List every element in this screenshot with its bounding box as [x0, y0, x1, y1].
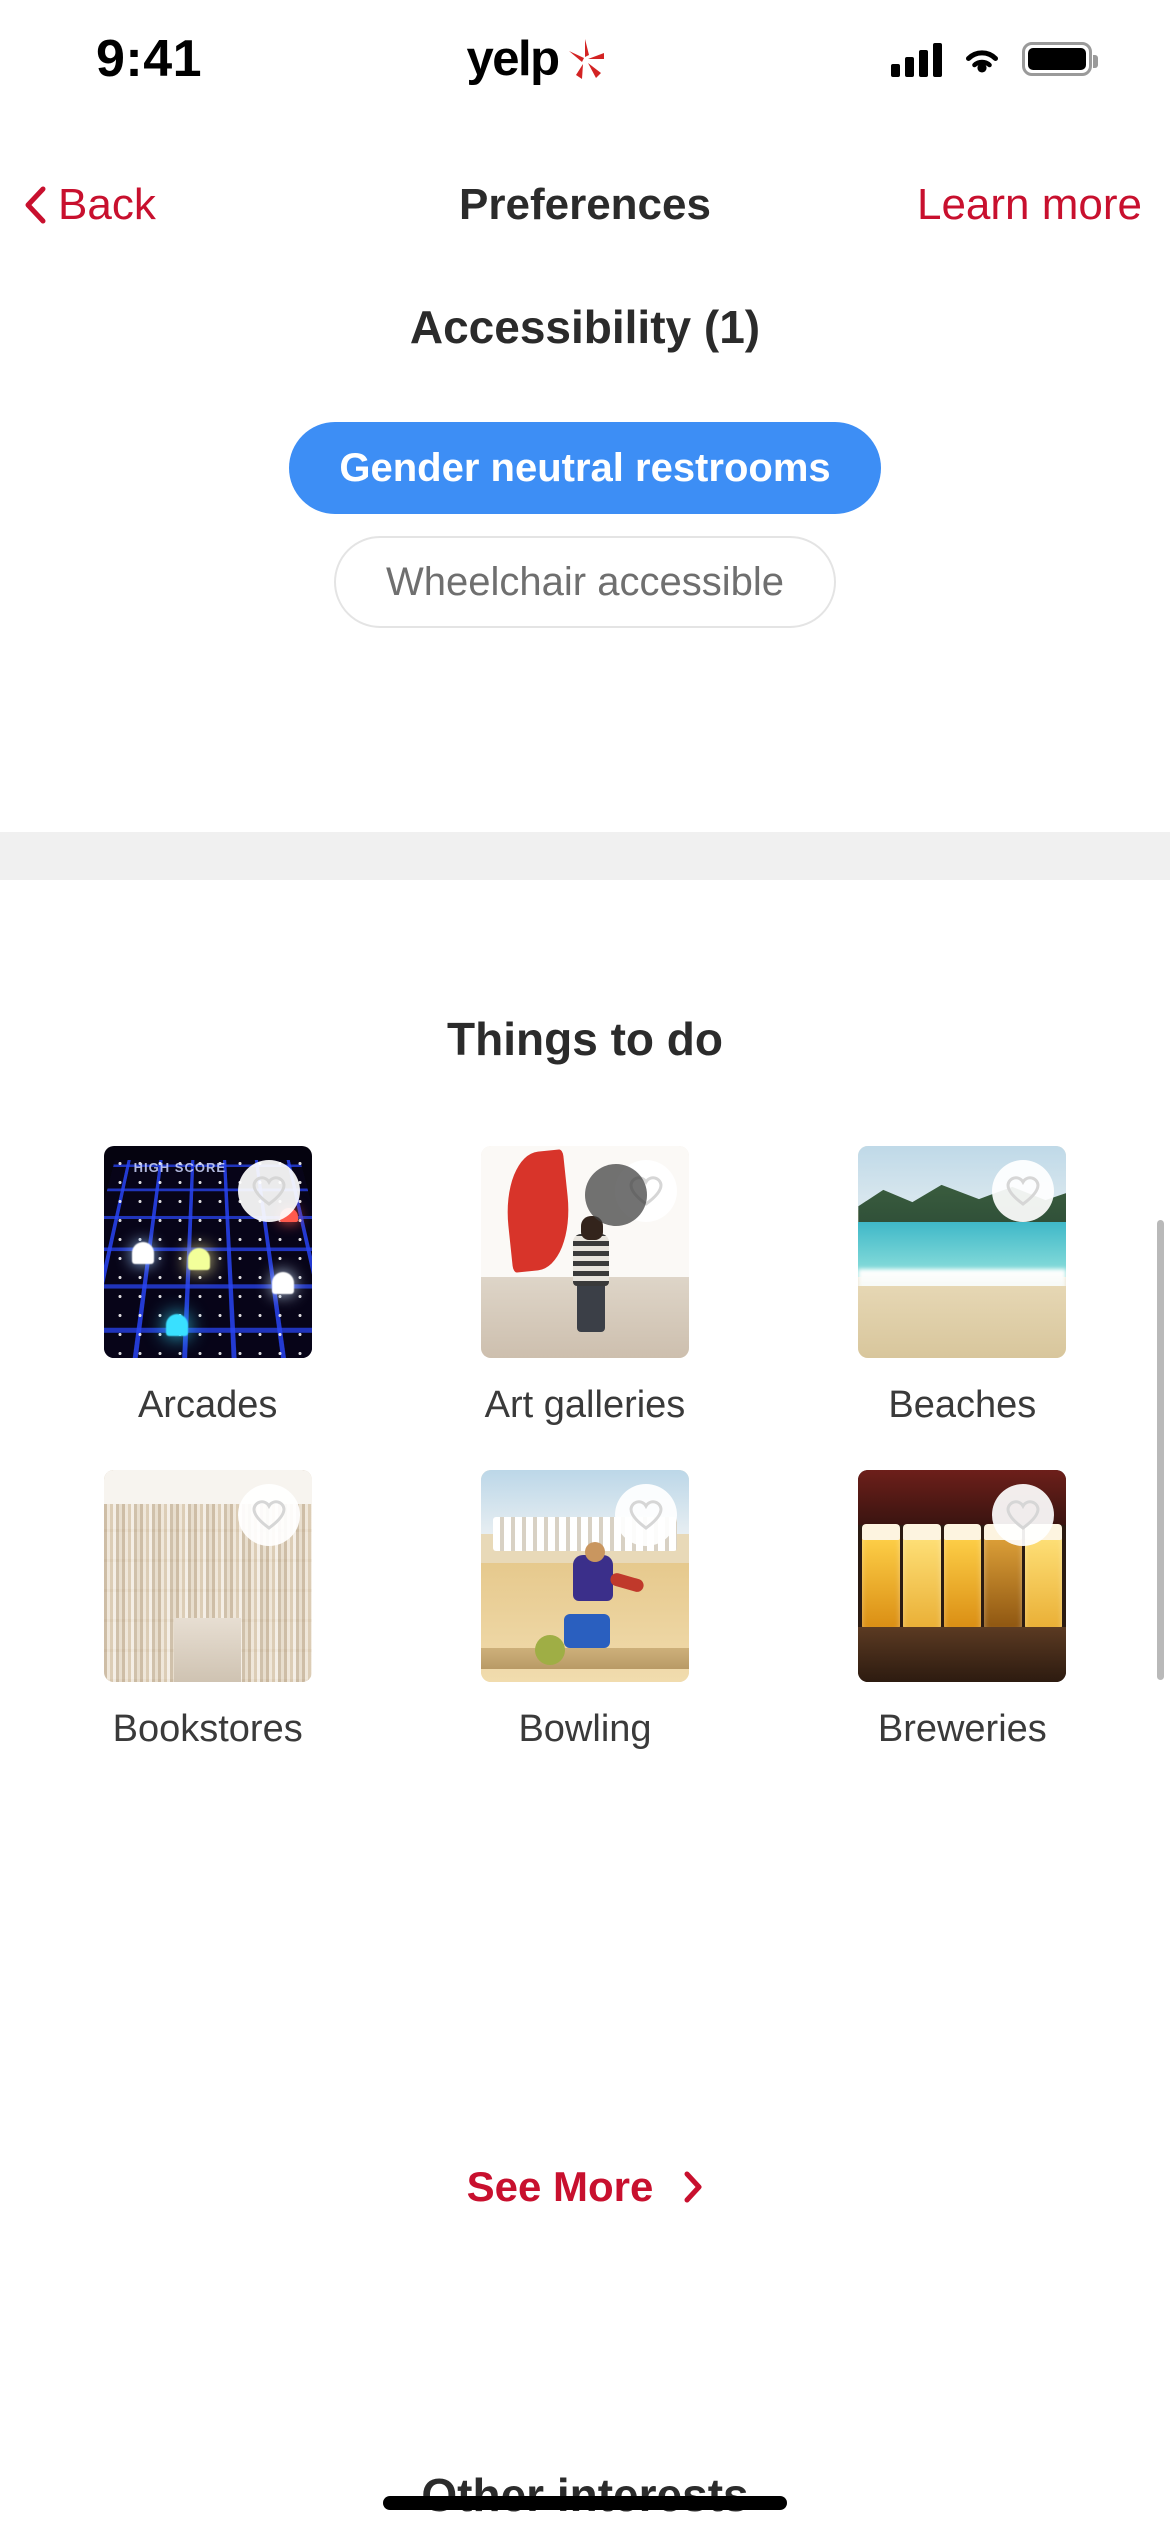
learn-more-link[interactable]: Learn more	[917, 180, 1142, 230]
wifi-icon	[965, 50, 998, 73]
category-tile-art-galleries[interactable]: Art galleries	[407, 1146, 762, 1470]
favorite-heart-button[interactable]	[992, 1484, 1055, 1546]
tile-label: Bowling	[518, 1708, 652, 1750]
yelp-wordmark: yelp	[466, 32, 561, 86]
section-divider	[0, 832, 1170, 880]
battery-icon	[1021, 42, 1098, 76]
vertical-scrollbar[interactable]	[1157, 1220, 1164, 1680]
back-button[interactable]: Back	[22, 180, 156, 230]
chip-gender-neutral-restrooms[interactable]: Gender neutral restrooms	[289, 422, 881, 514]
category-tile-beaches[interactable]: Beaches	[785, 1146, 1140, 1470]
tile-image-art-galleries[interactable]	[480, 1146, 689, 1358]
heart-icon	[1006, 1500, 1040, 1530]
accessibility-section: Accessibility (1) Gender neutral restroo…	[0, 300, 1170, 628]
see-more-button[interactable]: See More	[0, 2163, 1170, 2211]
category-tile-breweries[interactable]: Breweries	[785, 1470, 1140, 1794]
other-interests-title: Other interests	[421, 2469, 749, 2521]
tile-image-bowling[interactable]	[480, 1470, 689, 1682]
favorite-heart-button[interactable]	[614, 1484, 677, 1546]
cellular-signal-icon	[890, 41, 942, 77]
home-indicator[interactable]	[383, 2496, 787, 2510]
things-to-do-title: Things to do	[447, 1013, 723, 1065]
accessibility-chip-group: Gender neutral restrooms Wheelchair acce…	[0, 422, 1170, 628]
category-tile-bowling[interactable]: Bowling	[407, 1470, 762, 1794]
status-bar: 9:41 yelp	[0, 0, 1170, 118]
tile-label: Breweries	[877, 1708, 1047, 1750]
tap-press-indicator	[584, 1164, 647, 1226]
chip-label: Wheelchair accessible	[386, 559, 784, 604]
navigation-bar: Back Preferences Learn more	[0, 160, 1170, 250]
tile-label: Bookstores	[112, 1708, 303, 1750]
heart-icon	[1006, 1176, 1040, 1206]
back-button-label: Back	[58, 180, 156, 229]
things-to-do-section: Things to do HIGH SCORE Arcades Art gall…	[0, 1012, 1170, 1794]
see-more-label: See More	[466, 2163, 654, 2210]
yelp-logo: yelp	[467, 31, 607, 87]
favorite-heart-button[interactable]	[237, 1484, 300, 1546]
heart-icon	[252, 1500, 286, 1530]
tile-image-beaches[interactable]	[858, 1146, 1067, 1358]
tile-label: Art galleries	[484, 1384, 686, 1426]
chip-label: Gender neutral restrooms	[339, 445, 831, 490]
favorite-heart-button[interactable]	[237, 1160, 300, 1222]
favorite-heart-button[interactable]	[992, 1160, 1055, 1222]
category-tile-arcades[interactable]: HIGH SCORE Arcades	[30, 1146, 385, 1470]
heart-icon	[629, 1500, 663, 1530]
tile-image-breweries[interactable]	[858, 1470, 1067, 1682]
heart-icon	[252, 1176, 286, 1206]
yelp-burst-icon	[568, 39, 604, 79]
status-icons	[890, 41, 1098, 77]
tile-label: Beaches	[888, 1384, 1037, 1426]
chevron-right-icon	[684, 2171, 702, 2203]
things-to-do-grid: HIGH SCORE Arcades Art galleries Beaches…	[0, 1146, 1170, 1794]
tile-image-arcades[interactable]: HIGH SCORE	[103, 1146, 312, 1358]
status-time: 9:41	[96, 30, 203, 88]
tile-label: Arcades	[137, 1384, 278, 1426]
accessibility-section-title: Accessibility (1)	[409, 301, 761, 353]
tile-image-bookstores[interactable]	[103, 1470, 312, 1682]
category-tile-bookstores[interactable]: Bookstores	[30, 1470, 385, 1794]
chip-wheelchair-accessible[interactable]: Wheelchair accessible	[334, 536, 836, 628]
chevron-left-icon	[25, 186, 46, 224]
app-screen: 9:41 yelp Back Preferences Learn more Ac…	[0, 0, 1170, 2532]
